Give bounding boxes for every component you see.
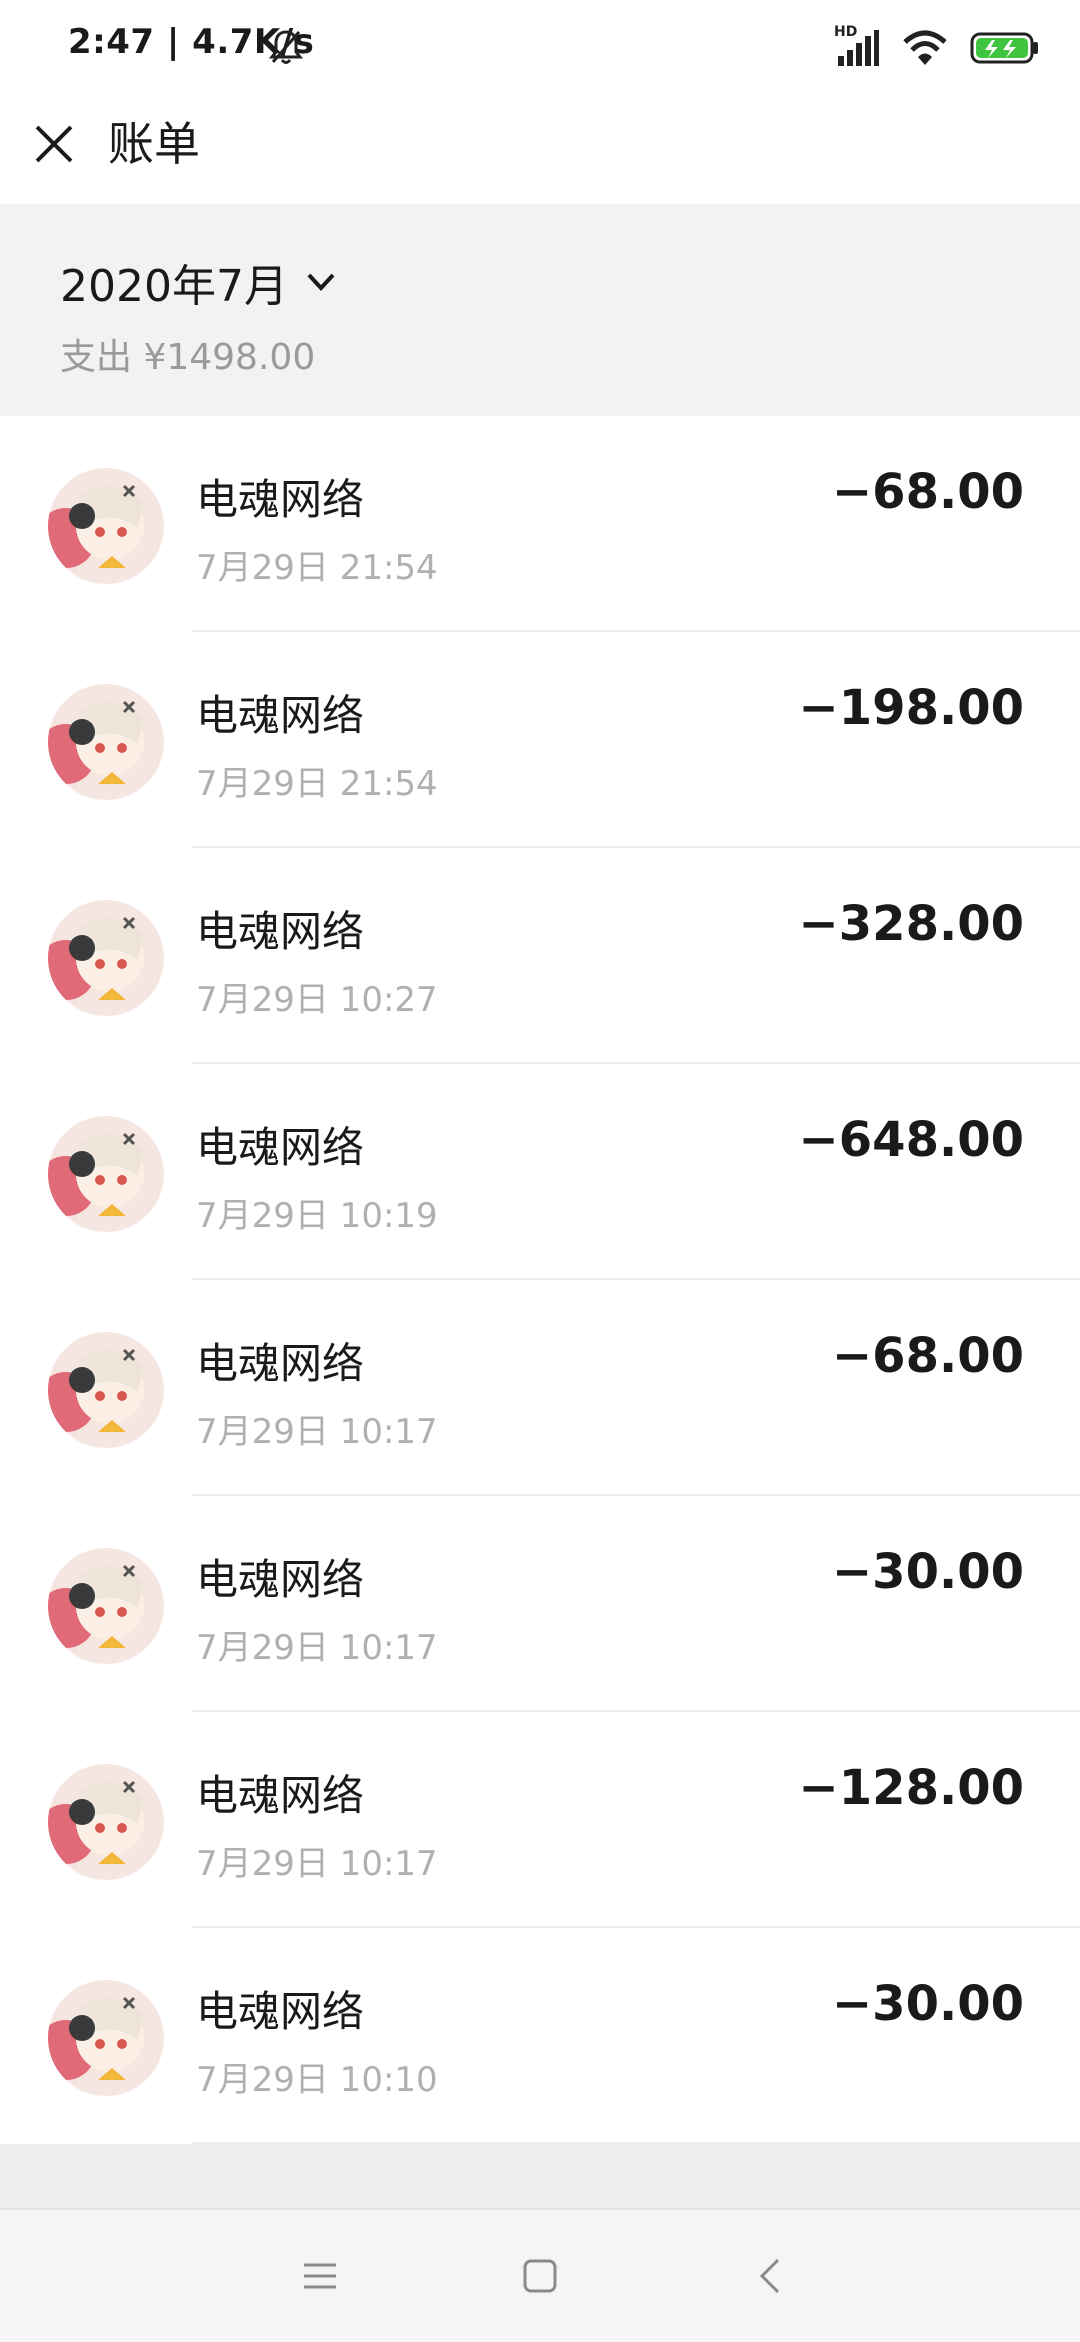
transaction-amount: −198.00 (798, 680, 1024, 736)
close-icon (35, 125, 73, 163)
transaction-row[interactable]: 电魂网络 7月29日 10:17 −68.00 (0, 1280, 1080, 1496)
back-icon (759, 2258, 780, 2294)
transaction-time: 7月29日 10:19 (196, 1196, 438, 1236)
transaction-row[interactable]: 电魂网络 7月29日 10:10 −30.00 (0, 1928, 1080, 2144)
merchant-name: 电魂网络 (196, 907, 365, 956)
system-nav-bar (0, 2208, 1080, 2342)
status-bar: 2:47 | 4.7K/s HD (0, 0, 1080, 96)
battery-charging-icon (970, 32, 1038, 64)
transaction-row[interactable]: 电魂网络 7月29日 21:54 −68.00 (0, 416, 1080, 632)
app-bar: 账单 (0, 96, 1080, 204)
month-summary: 2020年7月 支出 ¥1498.00 (0, 204, 1080, 416)
home-button[interactable] (500, 2240, 580, 2312)
signal-icon: HD (834, 24, 880, 68)
merchant-name: 电魂网络 (196, 1123, 365, 1172)
transaction-row[interactable]: 电魂网络 7月29日 10:27 −328.00 (0, 848, 1080, 1064)
merchant-name: 电魂网络 (196, 1987, 365, 2036)
menu-icon (304, 2263, 336, 2289)
merchant-avatar (48, 684, 164, 800)
transaction-amount: −328.00 (798, 896, 1024, 952)
transaction-row[interactable]: 电魂网络 7月29日 10:19 −648.00 (0, 1064, 1080, 1280)
merchant-avatar (48, 468, 164, 584)
merchant-name: 电魂网络 (196, 1339, 365, 1388)
close-button[interactable] (22, 112, 86, 176)
transaction-time: 7月29日 21:54 (196, 548, 438, 588)
transaction-amount: −128.00 (798, 1760, 1024, 1816)
merchant-avatar (48, 1548, 164, 1664)
menu-button[interactable] (280, 2240, 360, 2312)
transaction-time: 7月29日 10:10 (196, 2060, 438, 2100)
merchant-avatar (48, 1332, 164, 1448)
back-button[interactable] (730, 2240, 810, 2312)
merchant-avatar (48, 1980, 164, 2096)
merchant-avatar (48, 900, 164, 1016)
merchant-name: 电魂网络 (196, 1771, 365, 1820)
merchant-name: 电魂网络 (196, 691, 365, 740)
month-label: 2020年7月 (60, 261, 288, 312)
wifi-icon (903, 30, 947, 65)
home-icon (523, 2259, 557, 2293)
transaction-list: 电魂网络 7月29日 21:54 −68.00 电魂网络 7月29日 21:54… (0, 416, 1080, 2144)
transaction-time: 7月29日 10:17 (196, 1628, 438, 1668)
transaction-amount: −30.00 (831, 1544, 1024, 1600)
expense-total: 支出 ¥1498.00 (60, 337, 316, 378)
transaction-row[interactable]: 电魂网络 7月29日 10:17 −30.00 (0, 1496, 1080, 1712)
merchant-avatar (48, 1116, 164, 1232)
page-title: 账单 (108, 117, 200, 171)
transaction-time: 7月29日 10:17 (196, 1412, 438, 1452)
chevron-down-icon (307, 273, 335, 291)
month-selector[interactable]: 2020年7月 (60, 250, 338, 314)
status-icons: HD (834, 24, 1040, 72)
merchant-avatar (48, 1764, 164, 1880)
transaction-amount: −30.00 (831, 1976, 1024, 2032)
hd-badge: HD (834, 24, 858, 40)
transaction-time: 7月29日 10:27 (196, 980, 438, 1020)
merchant-name: 电魂网络 (196, 475, 365, 524)
transaction-row[interactable]: 电魂网络 7月29日 21:54 −198.00 (0, 632, 1080, 848)
transaction-amount: −68.00 (831, 1328, 1024, 1384)
transaction-row[interactable]: 电魂网络 7月29日 10:17 −128.00 (0, 1712, 1080, 1928)
transaction-amount: −648.00 (798, 1112, 1024, 1168)
merchant-name: 电魂网络 (196, 1555, 365, 1604)
transaction-amount: −68.00 (831, 464, 1024, 520)
bell-off-icon (268, 30, 304, 64)
transaction-time: 7月29日 10:17 (196, 1844, 438, 1884)
divider (192, 2142, 1080, 2144)
transaction-time: 7月29日 21:54 (196, 764, 438, 804)
